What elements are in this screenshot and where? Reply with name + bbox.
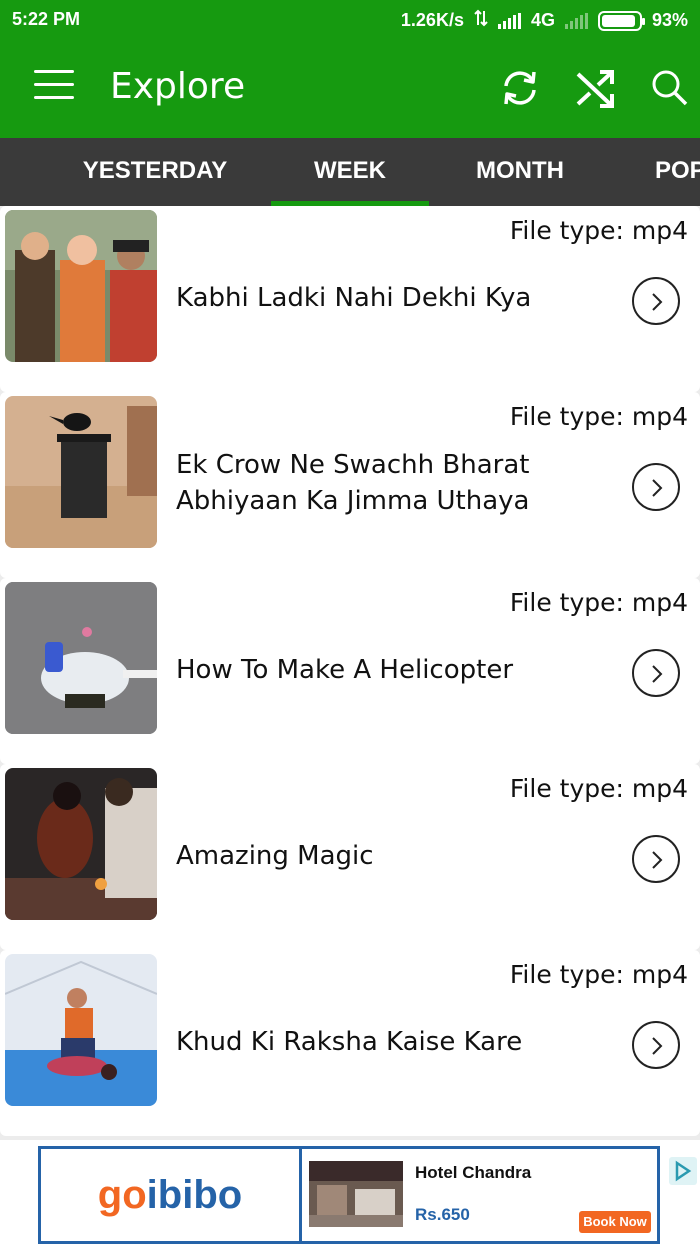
video-title: Ek Crow Ne Swachh Bharat Abhiyaan Ka Jim… (176, 450, 530, 516)
ad-divider (299, 1149, 302, 1241)
ad-hotel-name: Hotel Chandra (415, 1163, 532, 1182)
ad-banner[interactable]: goibibo Hotel Chandra Rs.650 Book Now (38, 1146, 697, 1244)
status-time: 5:22 PM (12, 9, 81, 29)
video-title: Kabhi Ladki Nahi Dekhi Kya (176, 283, 532, 313)
hotel-photo (309, 1161, 403, 1227)
video-title: How To Make A Helicopter (176, 655, 514, 685)
tab-month[interactable]: MONTH (460, 138, 580, 206)
file-type-label: File type: mp4 (509, 216, 688, 245)
video-title: Khud Ki Raksha Kaise Kare (176, 1027, 523, 1057)
video-thumbnail (5, 582, 157, 734)
adchoices-icon[interactable] (669, 1157, 697, 1185)
ad-logo: goibibo (41, 1149, 299, 1241)
signal-icon (497, 12, 521, 29)
list-item[interactable]: File type: mp4 How To Make A Helicopter (0, 578, 700, 764)
video-thumbnail (5, 210, 157, 362)
file-type-label: File type: mp4 (509, 774, 688, 803)
signal-2-icon (564, 12, 588, 29)
ad-logo-text: goibibo (97, 1172, 243, 1217)
tab-yesterday[interactable]: YESTERDAY (70, 138, 240, 206)
status-bar: 5:22 PM 1.26K/s 4G 93% (0, 0, 700, 40)
video-thumbnail (5, 954, 157, 1106)
search-icon[interactable] (648, 66, 692, 110)
video-title: Amazing Magic (176, 841, 374, 871)
net-speed: 1.26K/s (400, 10, 464, 30)
refresh-icon[interactable] (498, 66, 542, 110)
chevron-right-icon[interactable] (632, 835, 680, 883)
ad-price: Rs.650 (415, 1205, 470, 1224)
ad-area: goibibo Hotel Chandra Rs.650 Book Now (0, 1140, 700, 1244)
list-item[interactable]: File type: mp4 Kabhi Ladki Nahi Dekhi Ky… (0, 206, 700, 392)
list-item[interactable]: File type: mp4 Ek Crow Ne Swachh Bharat … (0, 392, 700, 578)
chevron-right-icon[interactable] (632, 649, 680, 697)
page-title: Explore (110, 66, 246, 107)
file-type-label: File type: mp4 (509, 402, 688, 431)
list-item[interactable]: File type: mp4 Khud Ki Raksha Kaise Kare (0, 950, 700, 1136)
chevron-right-icon[interactable] (632, 1021, 680, 1069)
menu-icon[interactable] (34, 70, 74, 106)
app-bar: Explore (0, 40, 700, 138)
book-now-button[interactable]: Book Now (579, 1211, 651, 1233)
video-thumbnail (5, 396, 157, 548)
file-type-label: File type: mp4 (509, 588, 688, 617)
list-item[interactable]: File type: mp4 Amazing Magic (0, 764, 700, 950)
chevron-right-icon[interactable] (632, 463, 680, 511)
video-thumbnail (5, 768, 157, 920)
status-indicators: 1.26K/s 4G 93% (401, 9, 688, 32)
data-transfer-icon (474, 9, 488, 32)
network-type: 4G (530, 10, 555, 30)
battery-icon (597, 10, 645, 31)
battery-percent: 93% (651, 10, 688, 30)
tab-bar: YESTERDAY WEEK MONTH POPULAR (0, 138, 700, 206)
shuffle-icon[interactable] (574, 66, 618, 110)
file-type-label: File type: mp4 (509, 960, 688, 989)
tab-popular[interactable]: POPULAR (655, 138, 700, 206)
chevron-right-icon[interactable] (632, 277, 680, 325)
tab-week[interactable]: WEEK (271, 138, 429, 206)
